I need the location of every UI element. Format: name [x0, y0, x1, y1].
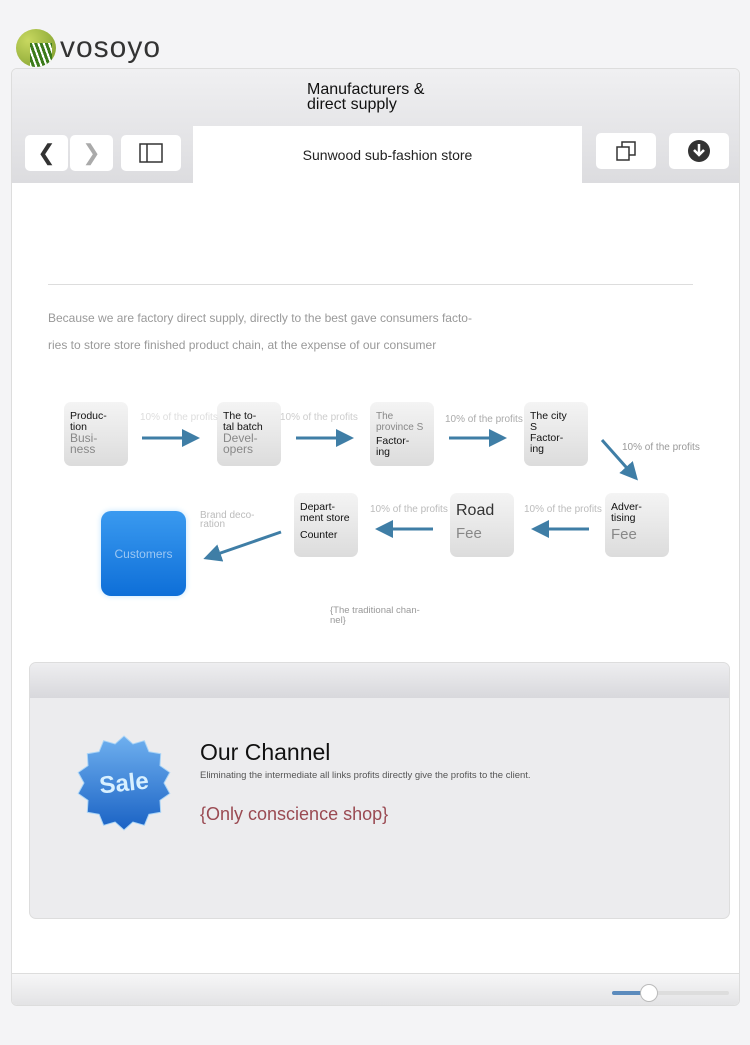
flow-node-customers: Customers — [101, 511, 186, 596]
profit-label: 10% of the profits — [524, 504, 602, 515]
flow-node-production: Produc-tion Busi-ness — [64, 402, 128, 466]
arrow — [203, 530, 282, 562]
node-text: The — [376, 411, 394, 422]
browser-window: Manufacturers & direct supply ❮ ❯ Sunwoo… — [11, 68, 740, 1006]
profit-label: 10% of the profits — [140, 412, 218, 423]
profit-label: 10% of the profits — [370, 504, 448, 515]
node-text: The city — [530, 410, 567, 422]
profit-label: 10% of the profits — [622, 442, 700, 453]
node-text: Counter — [300, 529, 338, 541]
sale-badge-text: Sale — [98, 767, 150, 799]
node-text: ing — [530, 443, 545, 455]
flow-node-advertising: Adver-tising Fee — [605, 493, 669, 557]
diagram-caption: {The traditional chan-nel} — [330, 605, 420, 626]
node-text: tising — [611, 512, 636, 524]
zoom-slider[interactable] — [612, 984, 729, 1002]
node-text: opers — [223, 442, 254, 456]
channel-tagline: {Only conscience shop} — [200, 804, 389, 824]
sale-badge-icon: Sale — [77, 735, 171, 831]
brand-decoration-label: Brand deco-ration — [200, 510, 255, 530]
profit-label: 10% of the profits — [280, 412, 358, 423]
node-text: ment store — [300, 512, 350, 524]
channel-title: Our Channel — [200, 739, 331, 765]
node-text: Fee — [456, 525, 482, 542]
flow-node-province: The province S Factor-ing — [370, 402, 434, 466]
brand-logo: vosoyo — [16, 29, 161, 67]
bottom-toolbar — [12, 973, 739, 1005]
flow-node-batch: The to-tal batch Devel-opers — [217, 402, 281, 466]
channel-panel: Sale Our Channel Eliminating the interme… — [29, 662, 730, 919]
profit-label: 10% of the profits — [445, 414, 523, 425]
flow-node-department: Depart-ment store Counter — [294, 493, 358, 557]
node-text: Customers — [114, 546, 173, 561]
node-text: province S — [376, 422, 424, 433]
node-text: ing — [376, 446, 391, 458]
node-text: ness — [70, 442, 96, 456]
flow-node-city: The city S Factor-ing — [524, 402, 588, 466]
channel-description: Eliminating the intermediate all links p… — [200, 770, 531, 781]
slider-thumb[interactable] — [640, 984, 659, 1002]
node-text: Road — [456, 502, 495, 519]
flow-node-road: Road Fee — [450, 493, 514, 557]
logo-icon — [16, 29, 56, 67]
node-text: Fee — [611, 526, 637, 543]
panel-header — [30, 663, 729, 698]
brand-name: vosoyo — [60, 31, 162, 64]
